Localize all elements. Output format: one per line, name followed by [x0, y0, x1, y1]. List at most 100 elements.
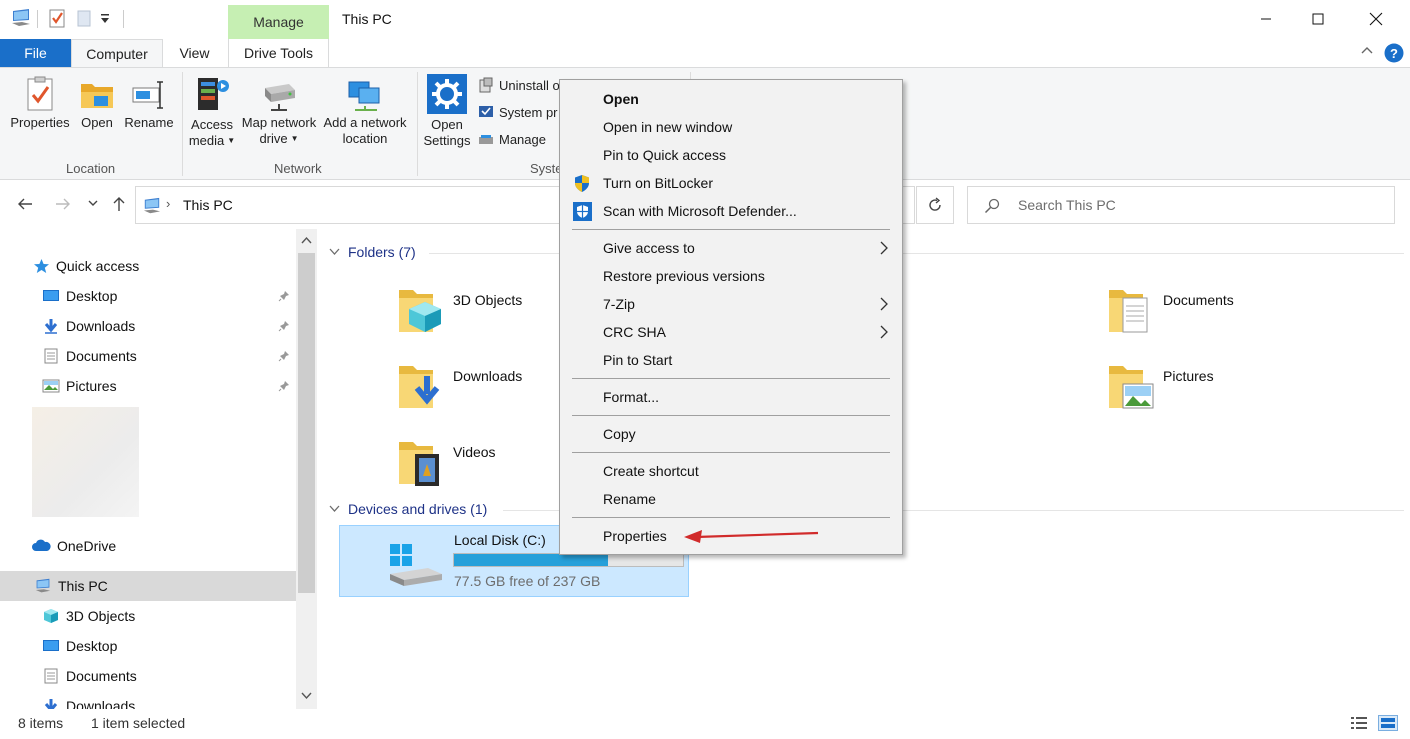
menu-separator — [572, 517, 890, 518]
system-group-label: Syste — [530, 161, 563, 176]
menu-pin-quick-access-label: Pin to Quick access — [603, 147, 726, 163]
menu-rename[interactable]: Rename — [561, 485, 901, 513]
access-media-button[interactable]: Access media ▼ — [188, 74, 236, 149]
tab-file[interactable]: File — [0, 39, 71, 67]
drives-section-header[interactable]: Devices and drives (1) — [329, 501, 487, 517]
open-ribbon-button[interactable]: Open — [76, 76, 118, 131]
map-network-drive-button[interactable]: Map network drive ▼ — [239, 76, 319, 147]
dropdown-arrow-icon: ▼ — [227, 136, 236, 145]
uninstall-label: Uninstall o — [499, 77, 560, 93]
scroll-thumb[interactable] — [298, 253, 315, 593]
up-arrow-icon — [113, 197, 125, 211]
pin-icon — [278, 351, 289, 362]
minimize-button[interactable] — [1240, 0, 1292, 38]
search-placeholder: Search This PC — [1018, 197, 1116, 213]
menu-bitlocker[interactable]: Turn on BitLocker — [561, 169, 901, 197]
menu-separator — [572, 229, 890, 230]
this-pc-icon — [10, 8, 32, 28]
nav-this-pc[interactable]: This PC — [0, 571, 296, 601]
nav-pc-documents[interactable]: Documents — [0, 661, 296, 691]
nav-qa-desktop-label: Desktop — [66, 288, 118, 304]
nav-onedrive[interactable]: OneDrive — [0, 531, 296, 561]
details-view-icon[interactable] — [1350, 716, 1368, 730]
menu-pin-quick-access[interactable]: Pin to Quick access — [561, 141, 901, 169]
properties-ribbon-button[interactable]: Properties — [8, 76, 72, 131]
menu-open-new-window[interactable]: Open in new window — [561, 113, 901, 141]
back-button[interactable] — [16, 195, 34, 213]
menu-7zip[interactable]: 7-Zip — [561, 290, 901, 318]
nav-qa-desktop[interactable]: Desktop — [0, 281, 296, 311]
large-icons-view-icon[interactable] — [1378, 715, 1398, 731]
nav-pc-3d-objects[interactable]: 3D Objects — [0, 601, 296, 631]
menu-properties-label: Properties — [603, 528, 667, 544]
nav-qa-documents[interactable]: Documents — [0, 341, 296, 371]
folders-section-header[interactable]: Folders (7) — [329, 244, 416, 260]
rename-ribbon-button[interactable]: Rename — [122, 76, 176, 131]
tab-computer[interactable]: Computer — [71, 39, 163, 67]
nav-qa-downloads[interactable]: Downloads — [0, 311, 296, 341]
nav-quick-access[interactable]: Quick access — [0, 251, 296, 281]
close-button[interactable] — [1350, 0, 1402, 38]
menu-crc-sha[interactable]: CRC SHA — [561, 318, 901, 346]
menu-open-new-window-label: Open in new window — [603, 119, 733, 135]
refresh-button[interactable] — [916, 186, 954, 224]
item-count: 8 items — [18, 715, 64, 731]
new-folder-qa-icon[interactable] — [76, 8, 92, 28]
menu-separator — [572, 452, 890, 453]
help-icon[interactable]: ? — [1384, 43, 1404, 63]
tab-view[interactable]: View — [163, 39, 226, 67]
collapse-ribbon-icon[interactable] — [1360, 45, 1374, 55]
system-properties-button[interactable]: System pr — [478, 104, 558, 120]
minimize-icon — [1261, 18, 1271, 20]
menu-create-shortcut-label: Create shortcut — [603, 463, 699, 479]
breadcrumb-chevron-icon[interactable]: › — [166, 196, 170, 211]
properties-qa-icon[interactable] — [48, 8, 66, 28]
menu-give-access[interactable]: Give access to — [561, 234, 901, 262]
cube-icon — [44, 609, 58, 623]
properties-icon — [27, 76, 53, 111]
nav-onedrive-label: OneDrive — [57, 538, 117, 554]
menu-defender-scan[interactable]: Scan with Microsoft Defender... — [561, 197, 901, 225]
desktop-icon — [43, 290, 59, 301]
properties-label: Properties — [10, 115, 70, 130]
add-network-location-button[interactable]: Add a network location — [321, 76, 409, 147]
tab-drive-tools[interactable]: Drive Tools — [228, 39, 329, 67]
menu-copy[interactable]: Copy — [561, 420, 901, 448]
folder-documents[interactable]: Documents — [1107, 286, 1327, 356]
folder-videos-label: Videos — [453, 444, 496, 460]
nav-pc-downloads[interactable]: Downloads — [0, 691, 296, 709]
manage-label-ribbon: Manage — [499, 131, 546, 147]
uninstall-button[interactable]: Uninstall o — [478, 77, 560, 93]
menu-create-shortcut[interactable]: Create shortcut — [561, 457, 901, 485]
customize-qa-icon[interactable] — [100, 12, 110, 26]
scroll-up-icon[interactable] — [301, 236, 312, 244]
submenu-arrow-icon — [880, 325, 888, 339]
menu-format[interactable]: Format... — [561, 383, 901, 411]
location-group-label: Location — [66, 161, 116, 176]
menu-format-label: Format... — [603, 389, 660, 405]
folder-pictures[interactable]: Pictures — [1107, 362, 1327, 432]
menu-restore-versions[interactable]: Restore previous versions — [561, 262, 901, 290]
nav-qa-pictures[interactable]: Pictures — [0, 371, 296, 401]
manage-button[interactable]: Manage — [478, 131, 546, 147]
network-group-label: Network — [274, 161, 322, 176]
up-button[interactable] — [110, 195, 128, 213]
forward-button[interactable] — [54, 195, 72, 213]
folder-downloads-icon — [399, 366, 440, 408]
nav-qa-downloads-label: Downloads — [66, 318, 136, 334]
desktop-icon — [43, 640, 59, 651]
recent-locations-button[interactable] — [87, 198, 99, 208]
status-bar: 8 items 1 item selected — [0, 709, 1410, 739]
nav-pc-desktop[interactable]: Desktop — [0, 631, 296, 661]
maximize-button[interactable] — [1292, 0, 1344, 38]
open-settings-button[interactable]: Open Settings — [423, 74, 471, 149]
menu-pin-start[interactable]: Pin to Start — [561, 346, 901, 374]
menu-open[interactable]: Open — [561, 85, 901, 113]
scroll-down-icon[interactable] — [301, 692, 312, 700]
search-box[interactable]: Search This PC — [967, 186, 1395, 224]
svg-text:?: ? — [1390, 46, 1398, 61]
breadcrumb-this-pc[interactable]: This PC — [183, 197, 233, 213]
nav-scrollbar[interactable] — [296, 229, 317, 709]
pin-icon — [278, 321, 289, 332]
window-title: This PC — [342, 11, 392, 27]
